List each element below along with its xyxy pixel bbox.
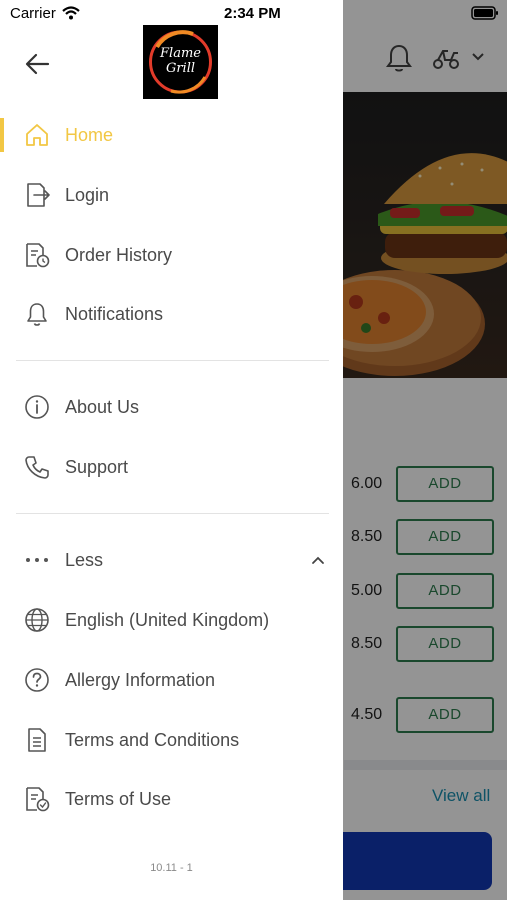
info-icon: [25, 395, 49, 419]
drawer-toggle-less[interactable]: Less: [0, 536, 343, 584]
home-icon: [26, 124, 48, 146]
drawer-item-support[interactable]: Support: [0, 443, 343, 491]
login-icon: [27, 183, 50, 207]
more-dots-icon: [26, 558, 48, 562]
phone-icon: [25, 456, 49, 479]
wifi-icon: [62, 6, 80, 20]
status-time: 2:34 PM: [224, 5, 281, 22]
navigation-drawer: Flame Grill Home Login Order History Not…: [0, 0, 343, 900]
chevron-up-icon: [312, 556, 324, 564]
drawer-item-notifications[interactable]: Notifications: [0, 290, 343, 338]
drawer-item-label: English (United Kingdom): [65, 610, 270, 630]
drawer-item-label: Less: [65, 550, 104, 570]
status-bar: Carrier 2:34 PM: [0, 0, 507, 28]
question-icon: [25, 668, 49, 692]
drawer-item-label: Support: [65, 457, 129, 477]
globe-icon: [25, 608, 49, 632]
drawer-item-label: Terms of Use: [65, 789, 172, 809]
drawer-item-label: Order History: [65, 245, 173, 265]
drawer-item-about-us[interactable]: About Us: [0, 383, 343, 431]
active-indicator: [0, 118, 4, 152]
drawer-item-home[interactable]: Home: [0, 111, 343, 159]
drawer-item-label: Notifications: [65, 304, 164, 324]
logo-line1: Flame: [160, 46, 201, 61]
drawer-item-allergy-information[interactable]: Allergy Information: [0, 656, 343, 704]
drawer-item-label: About Us: [65, 397, 140, 417]
drawer-divider: [16, 360, 329, 361]
drawer-item-language[interactable]: English (United Kingdom): [0, 596, 343, 644]
drawer-item-label: Home: [65, 125, 114, 145]
drawer-item-terms-of-use[interactable]: Terms of Use: [0, 775, 343, 823]
drawer-item-login[interactable]: Login: [0, 171, 343, 219]
carrier-label: Carrier: [10, 5, 56, 22]
drawer-item-label: Terms and Conditions: [65, 730, 240, 750]
drawer-item-order-history[interactable]: Order History: [0, 231, 343, 279]
battery-icon: [471, 6, 498, 20]
brand-logo: Flame Grill: [143, 25, 218, 99]
bell-icon: [27, 303, 47, 326]
drawer-item-label: Allergy Information: [65, 670, 216, 690]
drawer-item-label: Login: [65, 185, 110, 205]
drawer-item-terms-and-conditions[interactable]: Terms and Conditions: [0, 716, 343, 764]
back-arrow-icon[interactable]: [24, 50, 52, 78]
drawer-divider: [16, 513, 329, 514]
document-icon: [28, 728, 46, 752]
order-history-icon: [26, 243, 50, 268]
logo-line2: Grill: [165, 61, 196, 76]
app-version: 10.11 - 1: [150, 862, 193, 874]
document-check-icon: [26, 787, 50, 812]
